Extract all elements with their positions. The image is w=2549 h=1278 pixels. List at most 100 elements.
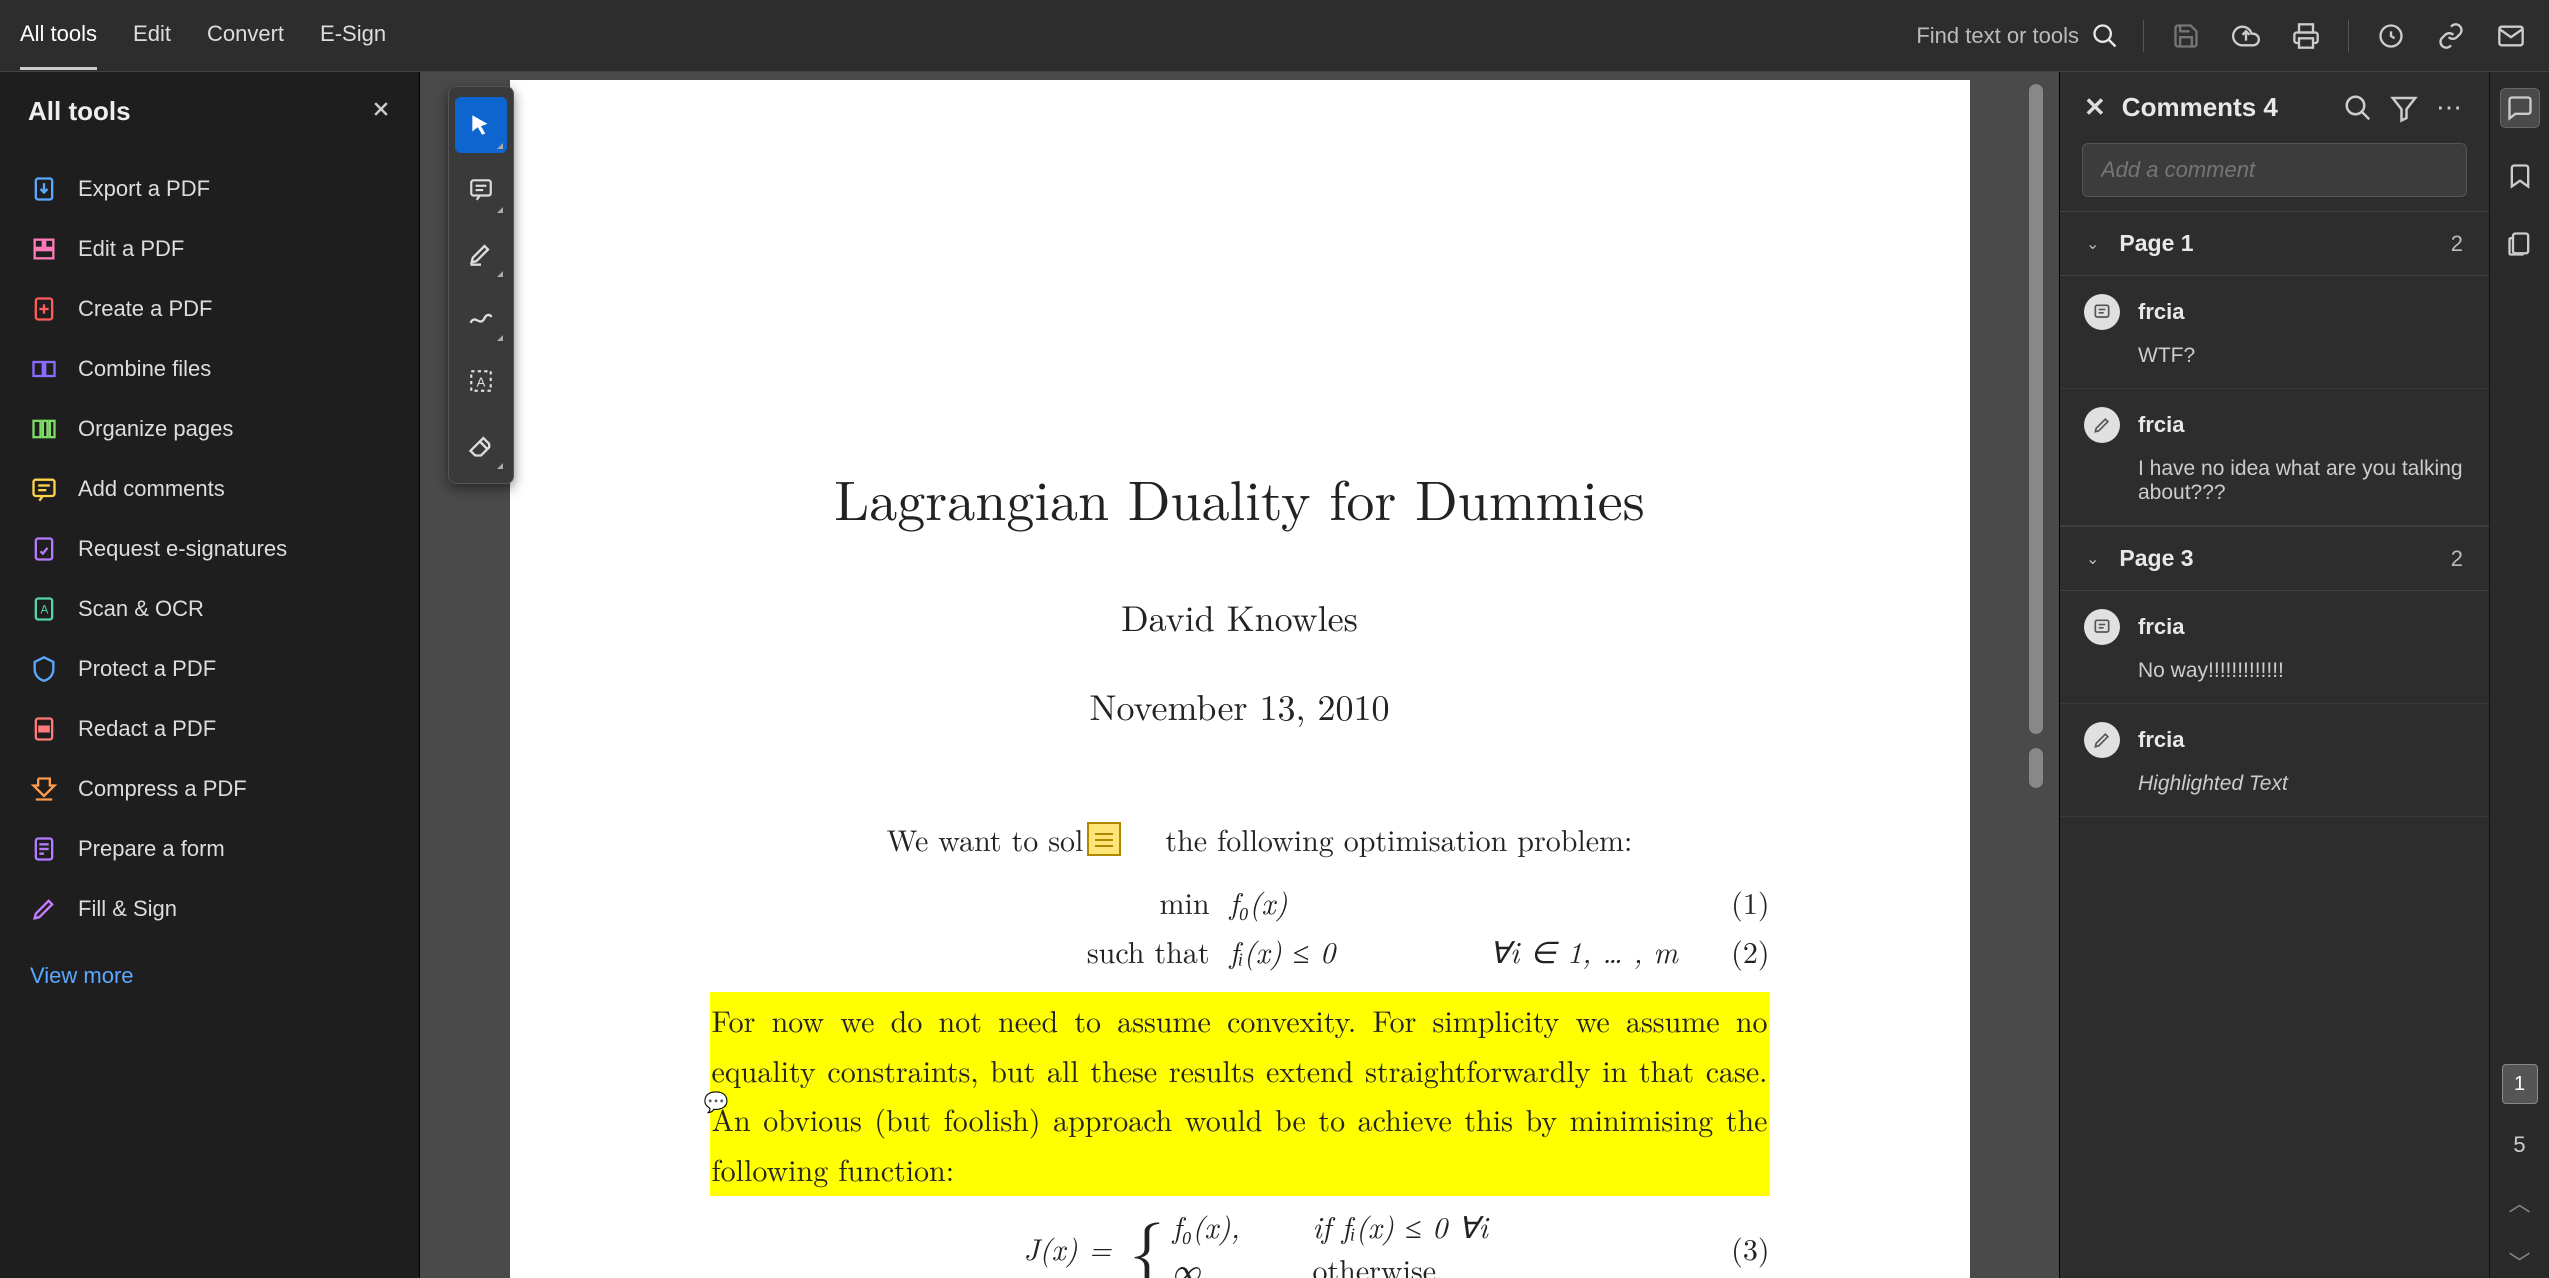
highlighted-paragraph[interactable]: For now we do not need to assume convexi… [710, 992, 1770, 1196]
tool-label: Fill & Sign [78, 896, 177, 922]
erase-tool-button[interactable] [455, 417, 507, 473]
thumbnails-rail-button[interactable] [2500, 224, 2540, 264]
text-select-tool-button[interactable]: A [455, 353, 507, 409]
tool-item[interactable]: Redact a PDF [16, 699, 403, 759]
chevron-down-icon: ⌄ [2086, 234, 2099, 254]
upload-cloud-button[interactable] [2228, 18, 2264, 54]
tool-icon [30, 655, 58, 683]
tool-label: Organize pages [78, 416, 233, 442]
page-down-button[interactable]: ﹀ [2508, 1246, 2530, 1278]
floating-toolbar: A [448, 86, 514, 484]
comment-item[interactable]: frciaNo way!!!!!!!!!!!!! [2060, 591, 2489, 704]
tool-item[interactable]: AScan & OCR [16, 579, 403, 639]
comment-anchor-icon[interactable]: 💬 [704, 1086, 729, 1115]
equation-block-2: J(x) = { f₀(x),if fᵢ(x) ≤ 0 ∀i ∞,otherwi… [710, 1204, 1770, 1278]
left-sidebar: All tools Export a PDF Edit a PDF Create a… [0, 72, 420, 1278]
tool-icon [30, 535, 58, 563]
tool-icon [30, 715, 58, 743]
svg-text:A: A [477, 374, 486, 389]
tool-label: Combine files [78, 356, 211, 382]
close-left-panel-button[interactable] [371, 99, 391, 125]
ai-assistant-button[interactable] [2373, 18, 2409, 54]
tool-item[interactable]: Request e-signatures [16, 519, 403, 579]
current-page-indicator[interactable]: 1 [2502, 1064, 2538, 1104]
tool-icon [30, 415, 58, 443]
tool-label: Prepare a form [78, 836, 225, 862]
search-comments-icon[interactable] [2343, 93, 2373, 123]
print-button[interactable] [2288, 18, 2324, 54]
j-row2-c2: otherwise [1313, 1247, 1573, 1278]
group-count: 2 [2451, 546, 2463, 572]
search-label: Find text or tools [1916, 23, 2079, 49]
save-button[interactable] [2168, 18, 2204, 54]
comment-marker-icon[interactable] [1087, 822, 1121, 856]
tool-item[interactable]: Protect a PDF [16, 639, 403, 699]
sticky-note-tool-button[interactable] [455, 161, 507, 217]
menu-convert[interactable]: Convert [207, 1, 284, 70]
comment-item[interactable]: frciaWTF? [2060, 276, 2489, 389]
chevron-down-icon: ⌄ [2086, 549, 2099, 569]
tool-label: Request e-signatures [78, 536, 287, 562]
document-scrollbar[interactable] [2025, 80, 2043, 1278]
document-author: David Knowles [510, 591, 1970, 642]
j-row1-c2: if fᵢ(x) ≤ 0 ∀i [1313, 1204, 1573, 1247]
link-button[interactable] [2433, 18, 2469, 54]
tool-item[interactable]: Combine files [16, 339, 403, 399]
comment-username: frcia [2138, 727, 2184, 753]
menu-edit[interactable]: Edit [133, 1, 171, 70]
note-avatar-icon [2084, 609, 2120, 645]
comments-rail-button[interactable] [2500, 88, 2540, 128]
comment-username: frcia [2138, 412, 2184, 438]
comment-page-group-header[interactable]: ⌄ Page 1 2 [2060, 211, 2489, 276]
comments-header: ✕ Comments 4 ⋯ [2060, 72, 2489, 143]
tool-icon [30, 355, 58, 383]
page-up-button[interactable]: ︿ [2508, 1186, 2530, 1218]
document-viewport[interactable]: Lagrangian Duality for Dummies David Kno… [420, 72, 2059, 1278]
find-text-or-tools[interactable]: Find text or tools [1916, 22, 2119, 50]
eq1-label: min [710, 880, 1230, 923]
tool-item[interactable]: Prepare a form [16, 819, 403, 879]
tool-item[interactable]: Fill & Sign [16, 879, 403, 939]
eq2-quantifier: ∀i ∈ 1, … , m [1490, 929, 1690, 972]
tool-item[interactable]: Compress a PDF [16, 759, 403, 819]
email-button[interactable] [2493, 18, 2529, 54]
top-menu-right: Find text or tools [1916, 18, 2529, 54]
draw-tool-button[interactable] [455, 289, 507, 345]
tool-item[interactable]: Organize pages [16, 399, 403, 459]
svg-text:A: A [41, 604, 49, 617]
tool-item[interactable]: Create a PDF [16, 279, 403, 339]
tool-icon [30, 835, 58, 863]
menu-esign[interactable]: E-Sign [320, 1, 386, 70]
left-sidebar-title: All tools [28, 96, 131, 127]
close-comments-button[interactable]: ✕ [2084, 92, 2106, 123]
tool-list: Export a PDF Edit a PDF Create a PDF Combin… [0, 151, 419, 947]
right-rail: 1 5 ︿ ﹀ [2489, 72, 2549, 1278]
menu-all-tools[interactable]: All tools [20, 1, 97, 70]
tool-item[interactable]: Add comments [16, 459, 403, 519]
filter-comments-icon[interactable] [2389, 93, 2419, 123]
tool-label: Create a PDF [78, 296, 213, 322]
add-comment-input[interactable] [2082, 143, 2467, 197]
scrollbar-thumb[interactable] [2029, 84, 2043, 734]
comments-list: ⌄ Page 1 2 frciaWTF?frciaI have no idea wha… [2060, 211, 2489, 817]
tool-label: Add comments [78, 476, 225, 502]
comment-item[interactable]: frciaHighlighted Text [2060, 704, 2489, 817]
select-tool-button[interactable] [455, 97, 507, 153]
document-body: We want to sol the following optimisatio… [510, 817, 1970, 1278]
comment-item[interactable]: frciaI have no idea what are you talking… [2060, 389, 2489, 526]
tool-label: Export a PDF [78, 176, 210, 202]
tool-item[interactable]: Edit a PDF [16, 219, 403, 279]
comment-page-group-header[interactable]: ⌄Page 32 [2060, 526, 2489, 591]
search-icon [2091, 22, 2119, 50]
more-options-icon[interactable]: ⋯ [2435, 93, 2465, 123]
view-more-link[interactable]: View more [0, 947, 419, 1005]
intro-text-a: We want to sol [847, 817, 1084, 860]
note-avatar-icon [2084, 294, 2120, 330]
highlight-tool-button[interactable] [455, 225, 507, 281]
scrollbar-thumb-extra[interactable] [2029, 748, 2043, 788]
group-count: 2 [2451, 231, 2463, 257]
tool-item[interactable]: Export a PDF [16, 159, 403, 219]
top-menu-bar: All tools Edit Convert E-Sign Find text … [0, 0, 2549, 72]
bookmarks-rail-button[interactable] [2500, 156, 2540, 196]
group-page-label: Page 1 [2119, 230, 2193, 257]
